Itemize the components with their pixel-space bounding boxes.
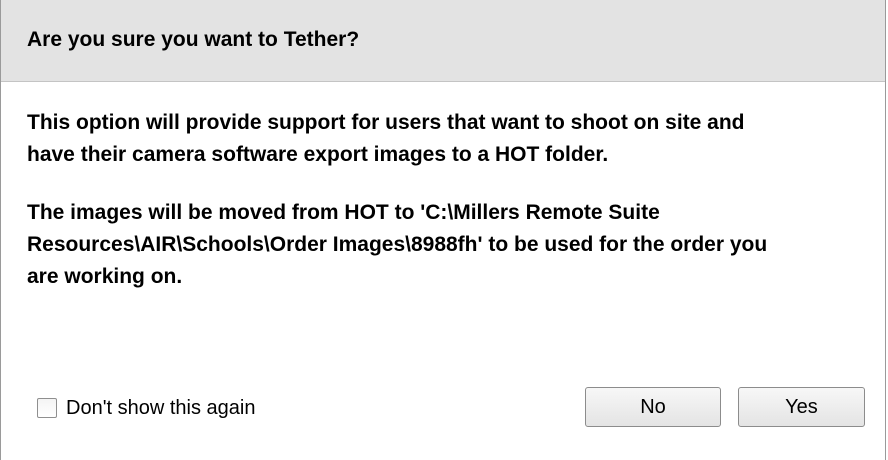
dialog-message-support: This option will provide support for use… xyxy=(27,107,867,171)
dont-show-again-option[interactable]: Don't show this again xyxy=(37,397,255,419)
dialog-title: Are you sure you want to Tether? xyxy=(27,28,360,51)
message-line: Resources\AIR\Schools\Order Images\8988f… xyxy=(27,233,768,256)
dialog-message-path: The images will be moved from HOT to 'C:… xyxy=(27,197,867,293)
dont-show-again-checkbox[interactable] xyxy=(37,398,57,418)
yes-button[interactable]: Yes xyxy=(738,387,865,427)
no-button[interactable]: No xyxy=(585,387,721,427)
dialog-footer: Don't show this again No Yes xyxy=(1,370,885,440)
dont-show-again-label: Don't show this again xyxy=(66,397,256,419)
dialog-title-bar: Are you sure you want to Tether? xyxy=(1,0,885,82)
message-line: This option will provide support for use… xyxy=(27,111,745,134)
message-line: The images will be moved from HOT to 'C:… xyxy=(27,201,660,224)
message-line: are working on. xyxy=(27,265,183,288)
message-line: have their camera software export images… xyxy=(27,143,609,166)
tether-confirm-dialog: Are you sure you want to Tether? This op… xyxy=(0,0,886,460)
